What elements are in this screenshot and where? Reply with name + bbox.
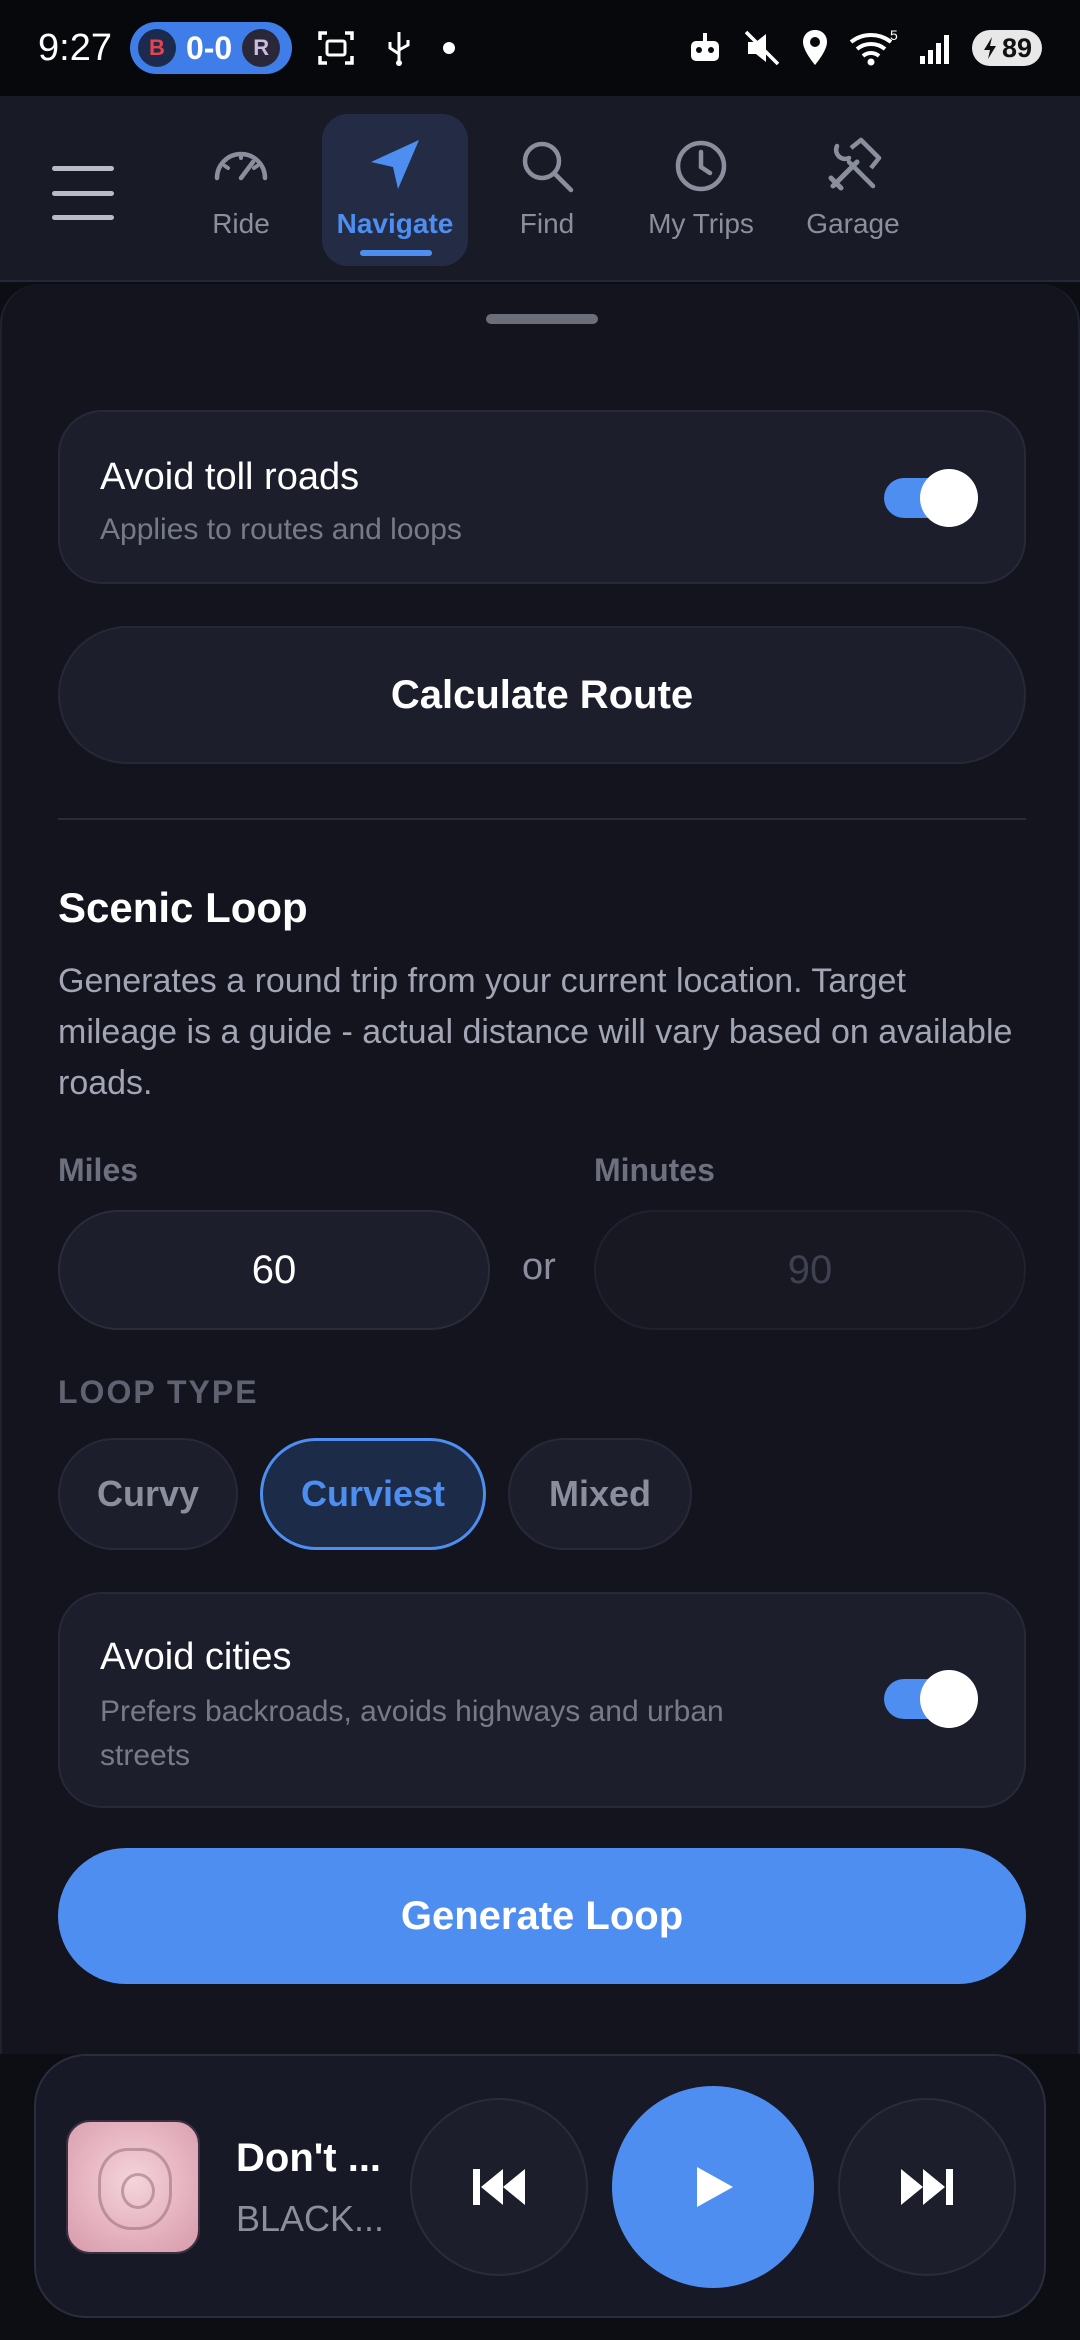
menu-icon[interactable] — [52, 166, 114, 220]
tab-garage[interactable]: Garage — [780, 114, 926, 266]
search-icon — [522, 141, 574, 193]
avoid-tolls-title: Avoid toll roads — [100, 456, 360, 498]
location-icon — [802, 30, 827, 65]
tab-find-label: Find — [519, 208, 575, 239]
status-bar: 9:27 B 0-0 R 5 89 — [0, 0, 1080, 96]
avoid-tolls-subtitle: Applies to routes and loops — [100, 513, 462, 546]
top-nav: Ride Navigate Find My Trips Garage — [0, 96, 1080, 282]
song-artist: BLACK... — [236, 2198, 385, 2239]
svg-text:5: 5 — [890, 28, 898, 43]
next-track-button[interactable] — [838, 2098, 1016, 2276]
loop-type-curvy[interactable]: Curvy — [58, 1438, 238, 1550]
avoid-cities-card: Avoid cities Prefers backroads, avoids h… — [58, 1592, 1026, 1808]
avoid-cities-title: Avoid cities — [100, 1636, 292, 1678]
tab-my-trips-label: My Trips — [648, 208, 754, 239]
loop-type-mixed[interactable]: Mixed — [508, 1438, 692, 1550]
section-divider — [58, 818, 1026, 820]
sheet-drag-handle[interactable] — [486, 314, 598, 324]
skip-next-icon — [901, 2169, 953, 2205]
scenic-loop-title: Scenic Loop — [58, 884, 308, 931]
status-time: 9:27 — [38, 26, 112, 69]
tab-ride[interactable]: Ride — [168, 114, 314, 266]
avoid-cities-toggle[interactable] — [884, 1670, 978, 1728]
tab-garage-label: Garage — [806, 208, 900, 239]
navigation-arrow-icon — [371, 140, 419, 189]
notification-dot-icon — [443, 42, 456, 54]
usb-icon — [388, 32, 410, 66]
battery-level: 89 — [1001, 32, 1032, 63]
tools-icon — [828, 137, 882, 191]
miles-input[interactable] — [58, 1210, 490, 1330]
previous-track-button[interactable] — [410, 2098, 588, 2276]
calculate-route-button[interactable]: Calculate Route — [58, 626, 1026, 764]
cell-signal-icon — [919, 35, 949, 64]
tab-ride-label: Ride — [212, 208, 270, 239]
tab-navigate[interactable]: Navigate — [322, 114, 468, 266]
scenic-loop-description: Generates a round trip from your current… — [58, 962, 1013, 1102]
vibrate-mute-icon — [744, 30, 780, 66]
clock-icon — [675, 140, 727, 192]
skip-previous-icon — [473, 2169, 525, 2205]
avoid-tolls-toggle[interactable] — [884, 469, 978, 527]
miles-label: Miles — [58, 1152, 139, 1188]
active-tab-indicator — [360, 250, 432, 256]
score-pill: B 0-0 R — [129, 22, 293, 74]
tab-my-trips[interactable]: My Trips — [628, 114, 774, 266]
loop-type-curviest[interactable]: Curviest — [260, 1438, 486, 1550]
minutes-label: Minutes — [594, 1152, 715, 1188]
media-player: Don't ... BLACK... — [34, 2054, 1046, 2318]
generate-loop-button[interactable]: Generate Loop — [58, 1848, 1026, 1984]
tab-navigate-label: Navigate — [336, 208, 454, 239]
avoid-tolls-card: Avoid toll roads Applies to routes and l… — [58, 410, 1026, 584]
score-text: 0-0 — [185, 29, 233, 66]
tab-find[interactable]: Find — [474, 114, 620, 266]
screenshot-icon — [318, 31, 354, 65]
album-art[interactable] — [66, 2120, 200, 2254]
play-icon — [697, 2167, 733, 2207]
charging-bolt-icon — [983, 37, 996, 59]
minutes-input[interactable] — [594, 1210, 1026, 1330]
play-button[interactable] — [612, 2086, 814, 2288]
bottom-sheet: Avoid toll roads Applies to routes and l… — [0, 284, 1080, 2054]
song-title: Don't ... — [236, 2136, 382, 2180]
home-team-badge: B — [137, 29, 176, 67]
away-team-badge: R — [242, 29, 281, 67]
or-separator: or — [522, 1246, 556, 1288]
robot-icon — [690, 33, 719, 61]
avoid-cities-subtitle: Prefers backroads, avoids highways and u… — [100, 1695, 724, 1772]
battery-indicator: 89 — [971, 30, 1042, 66]
loop-type-label: LOOP TYPE — [58, 1374, 259, 1410]
speedometer-icon — [214, 151, 268, 181]
wifi-icon: 5 — [849, 28, 898, 66]
